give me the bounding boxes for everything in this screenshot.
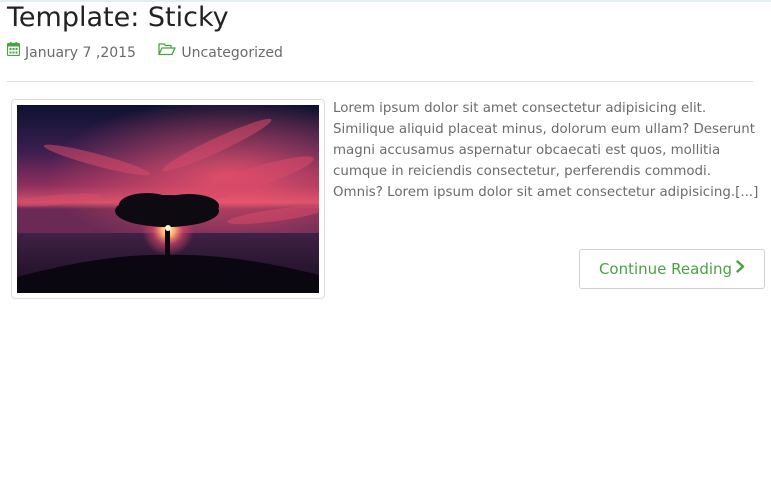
post-date-text: January 7 ,2015	[25, 45, 136, 61]
post-category-link: Uncategorized	[181, 45, 283, 61]
post-category[interactable]: Uncategorized	[158, 42, 283, 63]
meta-divider	[7, 81, 753, 82]
continue-reading-label: Continue Reading	[598, 260, 733, 278]
post-thumbnail-image	[17, 105, 319, 293]
post-thumbnail-frame[interactable]	[11, 99, 325, 299]
post-date[interactable]: January 7 ,2015	[6, 41, 136, 63]
post-excerpt: Lorem ipsum dolor sit amet consectetur a…	[333, 101, 759, 200]
calendar-icon	[6, 41, 21, 62]
post-title[interactable]: Template: Sticky	[7, 0, 229, 36]
continue-reading-button[interactable]: Continue Reading	[579, 249, 765, 289]
blog-post: Template: Sticky January 7 ,2015 Uncateg…	[0, 0, 771, 504]
folder-open-icon	[158, 42, 177, 62]
post-meta: January 7 ,2015 Uncategorized	[6, 41, 283, 63]
chevron-right-icon	[736, 249, 745, 287]
